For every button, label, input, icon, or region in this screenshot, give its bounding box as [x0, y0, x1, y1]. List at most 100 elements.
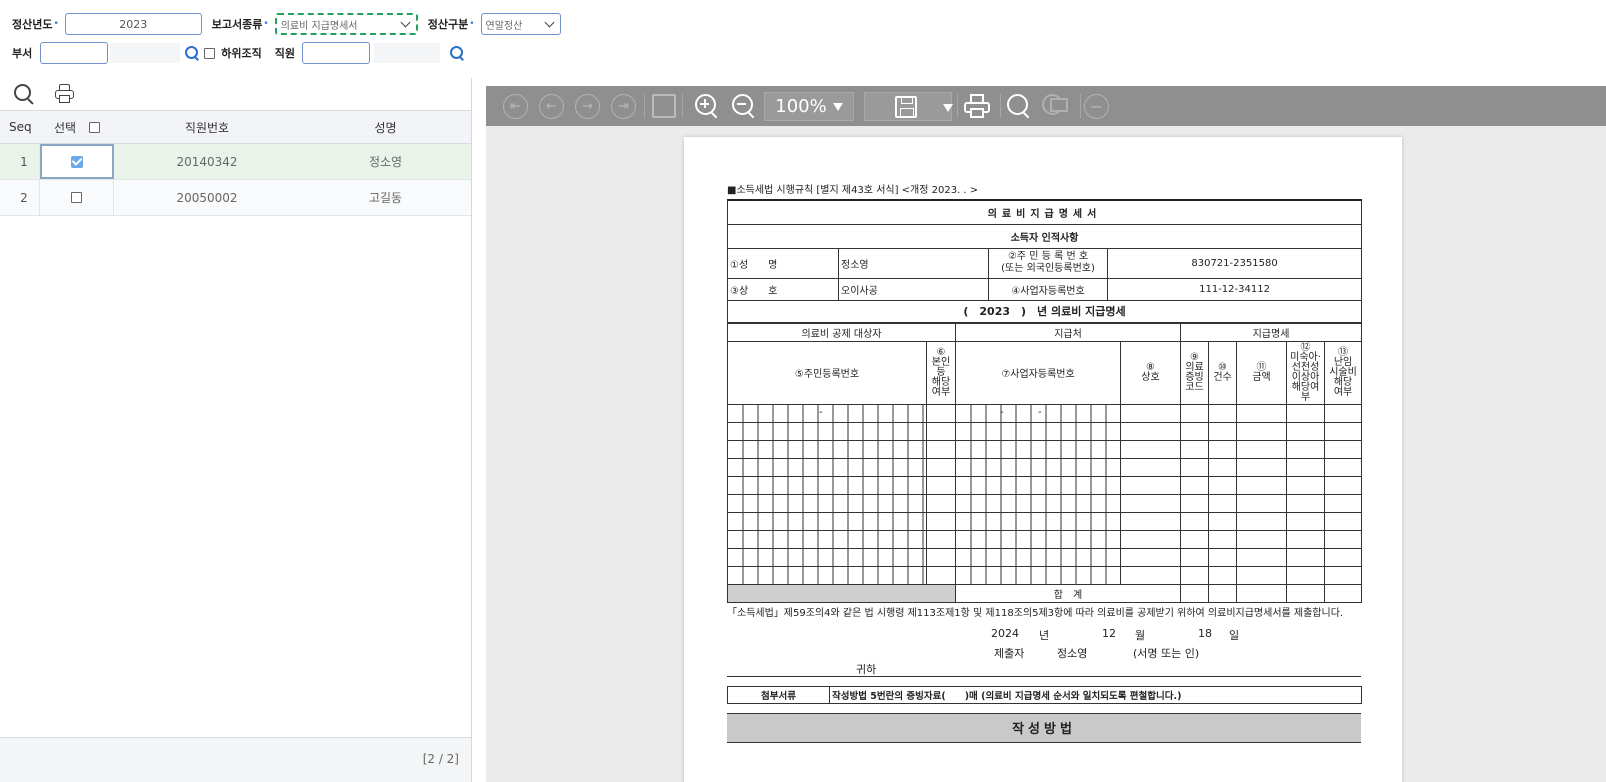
filter-bar: 정산년도 • 2023 보고서종류 • 의료비 지급명세서 정산구분 • 연말정산 부…	[0, 0, 1606, 78]
last-page-icon[interactable]: ⇥	[611, 94, 636, 119]
biz-digits-cell	[955, 493, 1121, 513]
col-select-header: 선택	[40, 111, 114, 143]
row-seq: 2	[0, 180, 40, 215]
self-cell	[926, 439, 956, 459]
export-icon[interactable]	[652, 94, 676, 118]
select-all-checkbox[interactable]	[89, 121, 101, 133]
date-month: 12	[1102, 626, 1116, 640]
detail-cell	[1208, 403, 1238, 423]
dept-code-input[interactable]	[40, 42, 109, 64]
next-page-icon[interactable]: →	[575, 94, 600, 119]
row-select-cell[interactable]	[40, 144, 114, 179]
print-icon[interactable]	[54, 83, 76, 105]
zoom-out-icon[interactable]	[731, 93, 757, 119]
h13-l3: 해당	[1333, 376, 1353, 388]
detail-cell	[1324, 439, 1363, 459]
attachment-table: 첨부서류 작성방법 5번란의 증빙자료( )매 (의료비 지급명세 순서와 일치…	[727, 685, 1362, 704]
toolbar-divider	[1080, 94, 1081, 118]
h12-l2: 이상아	[1291, 371, 1320, 383]
self-cell	[926, 565, 956, 585]
detail-cell	[1180, 439, 1210, 459]
save-select[interactable]	[864, 92, 953, 121]
self-cell	[926, 529, 956, 549]
blank-detail-rows: ---	[727, 403, 1363, 585]
rrn-digits-cell	[727, 547, 927, 567]
rrn-value: 830721-2351580	[1106, 247, 1363, 279]
employee-grid: Seq 선택 직원번호 성명 1 20140342 정소영 2 20050002…	[0, 110, 471, 216]
document-page: ■소득세법 시행규칙 [별지 제43호 서식] <개정 2023. . > 의료…	[684, 137, 1402, 782]
self-cell	[926, 403, 956, 423]
name-value: 정소영	[838, 247, 989, 279]
zoom-in-icon[interactable]	[694, 93, 720, 119]
year-input[interactable]: 2023	[64, 13, 202, 35]
detail-cell	[1119, 547, 1182, 567]
filter-row-2: 부서 하위조직 직원	[12, 42, 465, 64]
h12-l3: 해당여부	[1291, 381, 1320, 403]
submitter-line: 제출자 정소영 (서명 또는 인)	[727, 643, 1361, 661]
save-icon	[895, 96, 917, 118]
detail-cell	[1286, 439, 1326, 459]
h13-l1: 난임	[1333, 356, 1353, 368]
h6-num: ⑥	[936, 346, 946, 358]
printer-icon[interactable]	[963, 94, 991, 120]
zoom-select[interactable]: 100%	[764, 92, 854, 121]
rrn-digits-cell	[727, 493, 927, 513]
signature-label: (서명 또는 인)	[1133, 646, 1200, 660]
detail-row	[727, 493, 1363, 513]
h9-l3: 코드	[1185, 381, 1204, 393]
close-icon[interactable]: −	[1084, 94, 1109, 119]
find-next-icon[interactable]	[1042, 94, 1068, 118]
grid-footer: [2 / 2]	[0, 737, 471, 782]
detail-cell	[1180, 547, 1210, 567]
company-value: 오이사공	[838, 277, 989, 301]
row-checkbox[interactable]	[71, 192, 82, 203]
addressee-label: 귀하	[856, 662, 877, 676]
dept-search-icon[interactable]	[184, 45, 200, 61]
calc-type-select[interactable]: 연말정산	[480, 13, 561, 35]
form-title: 의료비지급명세서	[726, 199, 1363, 225]
attachment-label: 첨부서류	[727, 685, 830, 704]
detail-cell	[1324, 511, 1363, 531]
rrn-digits-cell	[727, 475, 927, 495]
rrn-digits-cell	[727, 439, 927, 459]
payment-year-title: ( 2023 ) 년 의료비 지급명세	[726, 299, 1363, 323]
rrn-digits-cell	[727, 511, 927, 531]
find-icon[interactable]	[1006, 93, 1032, 119]
detail-cell	[1180, 511, 1210, 531]
h-amount: ⑪ 금액	[1236, 340, 1288, 405]
biz-digits-cell	[955, 547, 1121, 567]
detail-row	[727, 547, 1363, 567]
sub-org-checkbox[interactable]	[204, 47, 216, 59]
prev-page-icon[interactable]: ←	[539, 94, 564, 119]
search-icon[interactable]	[13, 83, 35, 105]
detail-cell	[1324, 547, 1363, 567]
col-name-header: 성명	[374, 120, 397, 135]
toolbar-divider	[957, 94, 958, 118]
row-select-cell[interactable]	[40, 180, 114, 215]
table-row[interactable]: 2 20050002 고길동	[0, 180, 471, 216]
employee-input[interactable]	[301, 42, 370, 64]
dropdown-arrow-icon	[943, 104, 953, 112]
filter-row-1: 정산년도 • 2023 보고서종류 • 의료비 지급명세서 정산구분 • 연말정산	[12, 13, 561, 35]
submitter-label: 제출자	[994, 646, 1025, 660]
row-checkbox-checked[interactable]	[71, 155, 83, 168]
date-day: 18	[1198, 626, 1212, 640]
detail-cell	[1119, 475, 1182, 495]
detail-cell	[1119, 403, 1182, 423]
employee-search-icon[interactable]	[449, 45, 465, 61]
h10-num: ⑩	[1218, 361, 1227, 373]
h9-num: ⑨	[1190, 351, 1199, 363]
self-cell	[926, 493, 956, 513]
detail-cell	[1119, 457, 1182, 477]
date-day-unit: 일	[1229, 628, 1240, 642]
first-page-icon[interactable]: ⇤	[503, 94, 528, 119]
table-row[interactable]: 1 20140342 정소영	[0, 144, 471, 180]
income-section-title: 소득자 인적사항	[726, 223, 1363, 249]
h11-l1: 금액	[1252, 371, 1271, 383]
detail-cell	[1236, 439, 1288, 459]
h-company: ⑧ 상호	[1119, 340, 1182, 405]
report-type-select[interactable]: 의료비 지급명세서	[274, 13, 418, 35]
detail-cell	[1208, 547, 1238, 567]
target-header: 의료비 공제 대상자	[727, 322, 956, 342]
rrn-dash: -	[819, 407, 823, 418]
